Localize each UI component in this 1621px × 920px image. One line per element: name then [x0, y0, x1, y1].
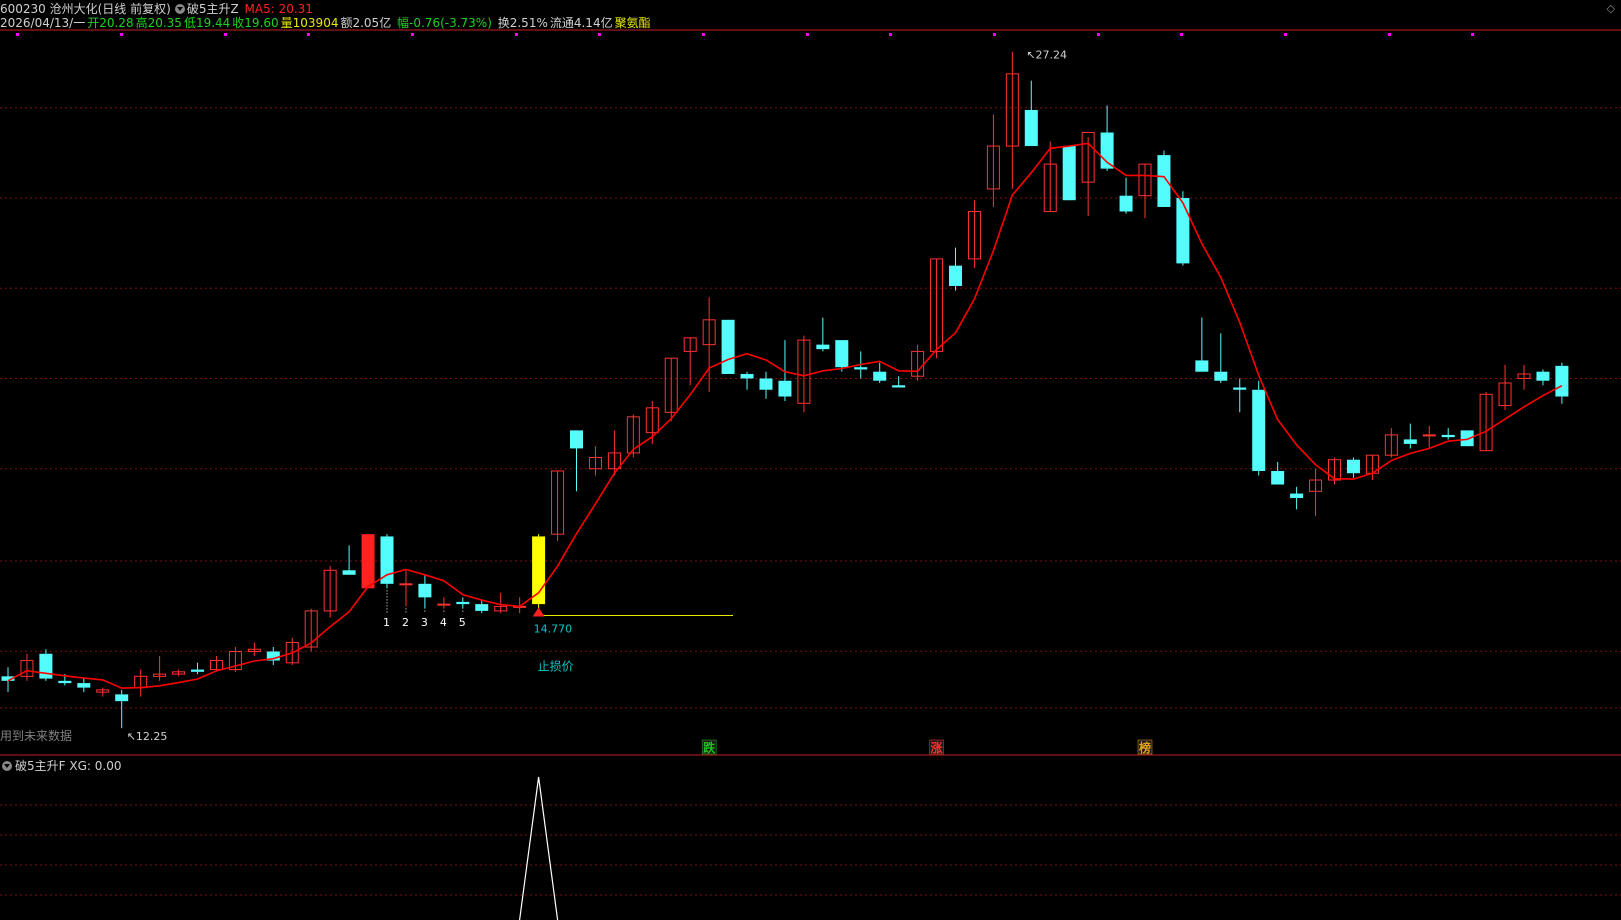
- candle-body: [949, 265, 962, 286]
- tick-dot: [702, 33, 705, 36]
- stock-chart: 1 2 3 4 5 ↖27.24 ↖12.25 14.770 止损价跌 涨 榜: [0, 29, 1621, 920]
- candle-body: [1195, 360, 1209, 372]
- candle-body: [721, 319, 735, 374]
- candle-body: [1233, 387, 1247, 390]
- tick-dot: [1097, 33, 1100, 36]
- candle-body: [1271, 470, 1285, 485]
- count-label: 3: [421, 616, 428, 629]
- candle-body: [778, 380, 792, 397]
- tick-dot: [1180, 33, 1183, 36]
- candle-body: [418, 583, 432, 598]
- tick-dot: [806, 33, 809, 36]
- candle-body: [570, 430, 583, 449]
- candle-body: [759, 378, 773, 390]
- tick-dot: [889, 33, 892, 36]
- dropdown-icon[interactable]: [2, 761, 12, 771]
- candle-body: [835, 340, 849, 368]
- candle-body: [475, 604, 489, 611]
- tick-dot: [1388, 33, 1391, 36]
- count-label: 2: [402, 616, 409, 629]
- tick-dot: [1284, 33, 1287, 36]
- candle-body: [892, 385, 906, 388]
- candle-body: [1555, 365, 1569, 397]
- sub-indicator-name: 破5主升F: [15, 759, 66, 773]
- stop-price-caption: 止损价: [538, 660, 574, 674]
- candle-body: [115, 694, 129, 702]
- candle-body: [39, 653, 53, 679]
- tick-dot: [307, 33, 310, 36]
- candle-body: [58, 680, 72, 684]
- candle-body: [361, 534, 375, 589]
- event-label: 榜: [1139, 740, 1151, 755]
- tick-dot: [598, 33, 601, 36]
- candle-body: [1119, 195, 1133, 212]
- tick-dot: [993, 33, 996, 36]
- candle-body: [740, 373, 754, 379]
- candle-body: [191, 669, 204, 672]
- candle-body: [437, 603, 451, 606]
- high-price-label: ↖27.24: [1026, 49, 1067, 62]
- candle-body: [1252, 389, 1266, 471]
- candle-body: [1536, 371, 1550, 381]
- candle-body: [1062, 146, 1076, 201]
- event-label: 涨: [931, 740, 943, 755]
- candle-body: [1403, 439, 1417, 444]
- stop-price-value: 14.770: [534, 623, 573, 636]
- candle-body: [456, 601, 470, 605]
- candle-body: [1290, 493, 1304, 499]
- candle-body: [1214, 371, 1228, 381]
- candle-body: [77, 683, 91, 688]
- tick-dot: [515, 33, 518, 36]
- candle-body: [1346, 459, 1360, 474]
- tick-dot: [120, 33, 123, 36]
- candle-body: [873, 371, 887, 381]
- tick-dot: [224, 33, 227, 36]
- tick-dot: [411, 33, 414, 36]
- count-label: 4: [440, 616, 447, 629]
- tick-dot: [1471, 33, 1474, 36]
- candle-body: [1157, 155, 1171, 207]
- candle-body: [1441, 434, 1455, 438]
- candle-body: [1176, 197, 1190, 264]
- candle-body: [1422, 434, 1436, 437]
- candle-body: [854, 367, 868, 370]
- candle-body: [342, 570, 356, 575]
- low-price-label: ↖12.25: [127, 730, 168, 743]
- sub-panel-header: 破5主升F XG: 0.00: [0, 757, 121, 774]
- xg-signal-line: [519, 776, 559, 920]
- candle-body: [1024, 109, 1038, 147]
- candle-body: [816, 344, 830, 350]
- count-label: 1: [383, 616, 390, 629]
- count-label: 5: [459, 616, 466, 629]
- sub-indicator-value: XG: 0.00: [69, 759, 122, 773]
- future-data-note: 用到未来数据: [0, 729, 73, 743]
- up-arrow-icon: [532, 607, 545, 617]
- ma5-line: [7, 142, 1563, 689]
- tick-dot: [16, 33, 19, 36]
- candle-body: [399, 583, 413, 586]
- candle-body: [532, 536, 546, 605]
- event-label: 跌: [703, 740, 716, 755]
